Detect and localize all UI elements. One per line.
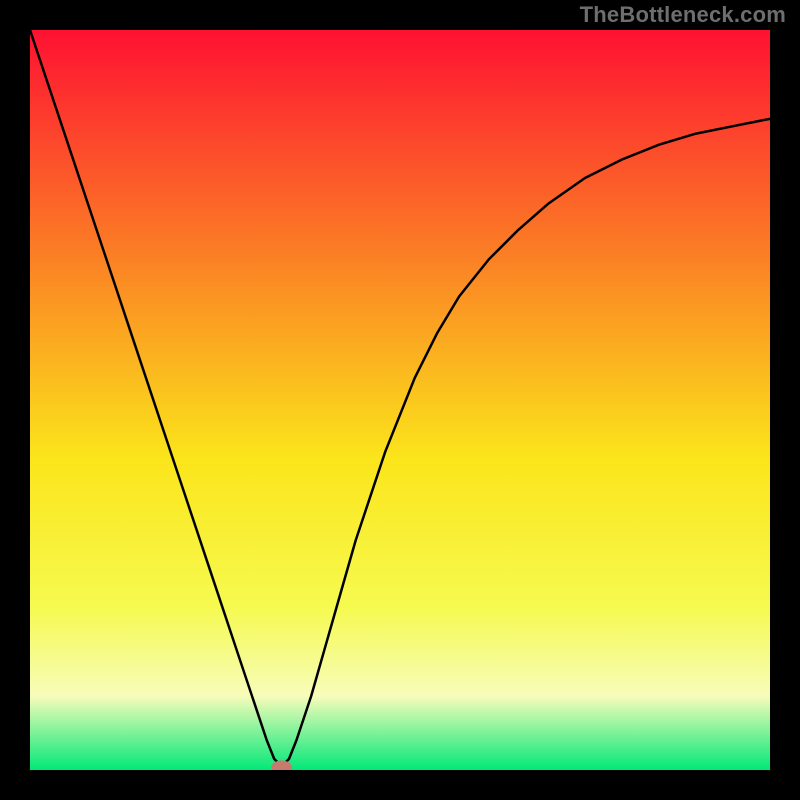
chart-frame: TheBottleneck.com (0, 0, 800, 800)
bottleneck-chart (30, 30, 770, 770)
watermark-text: TheBottleneck.com (580, 2, 786, 28)
gradient-background (30, 30, 770, 770)
plot-area (30, 30, 770, 770)
